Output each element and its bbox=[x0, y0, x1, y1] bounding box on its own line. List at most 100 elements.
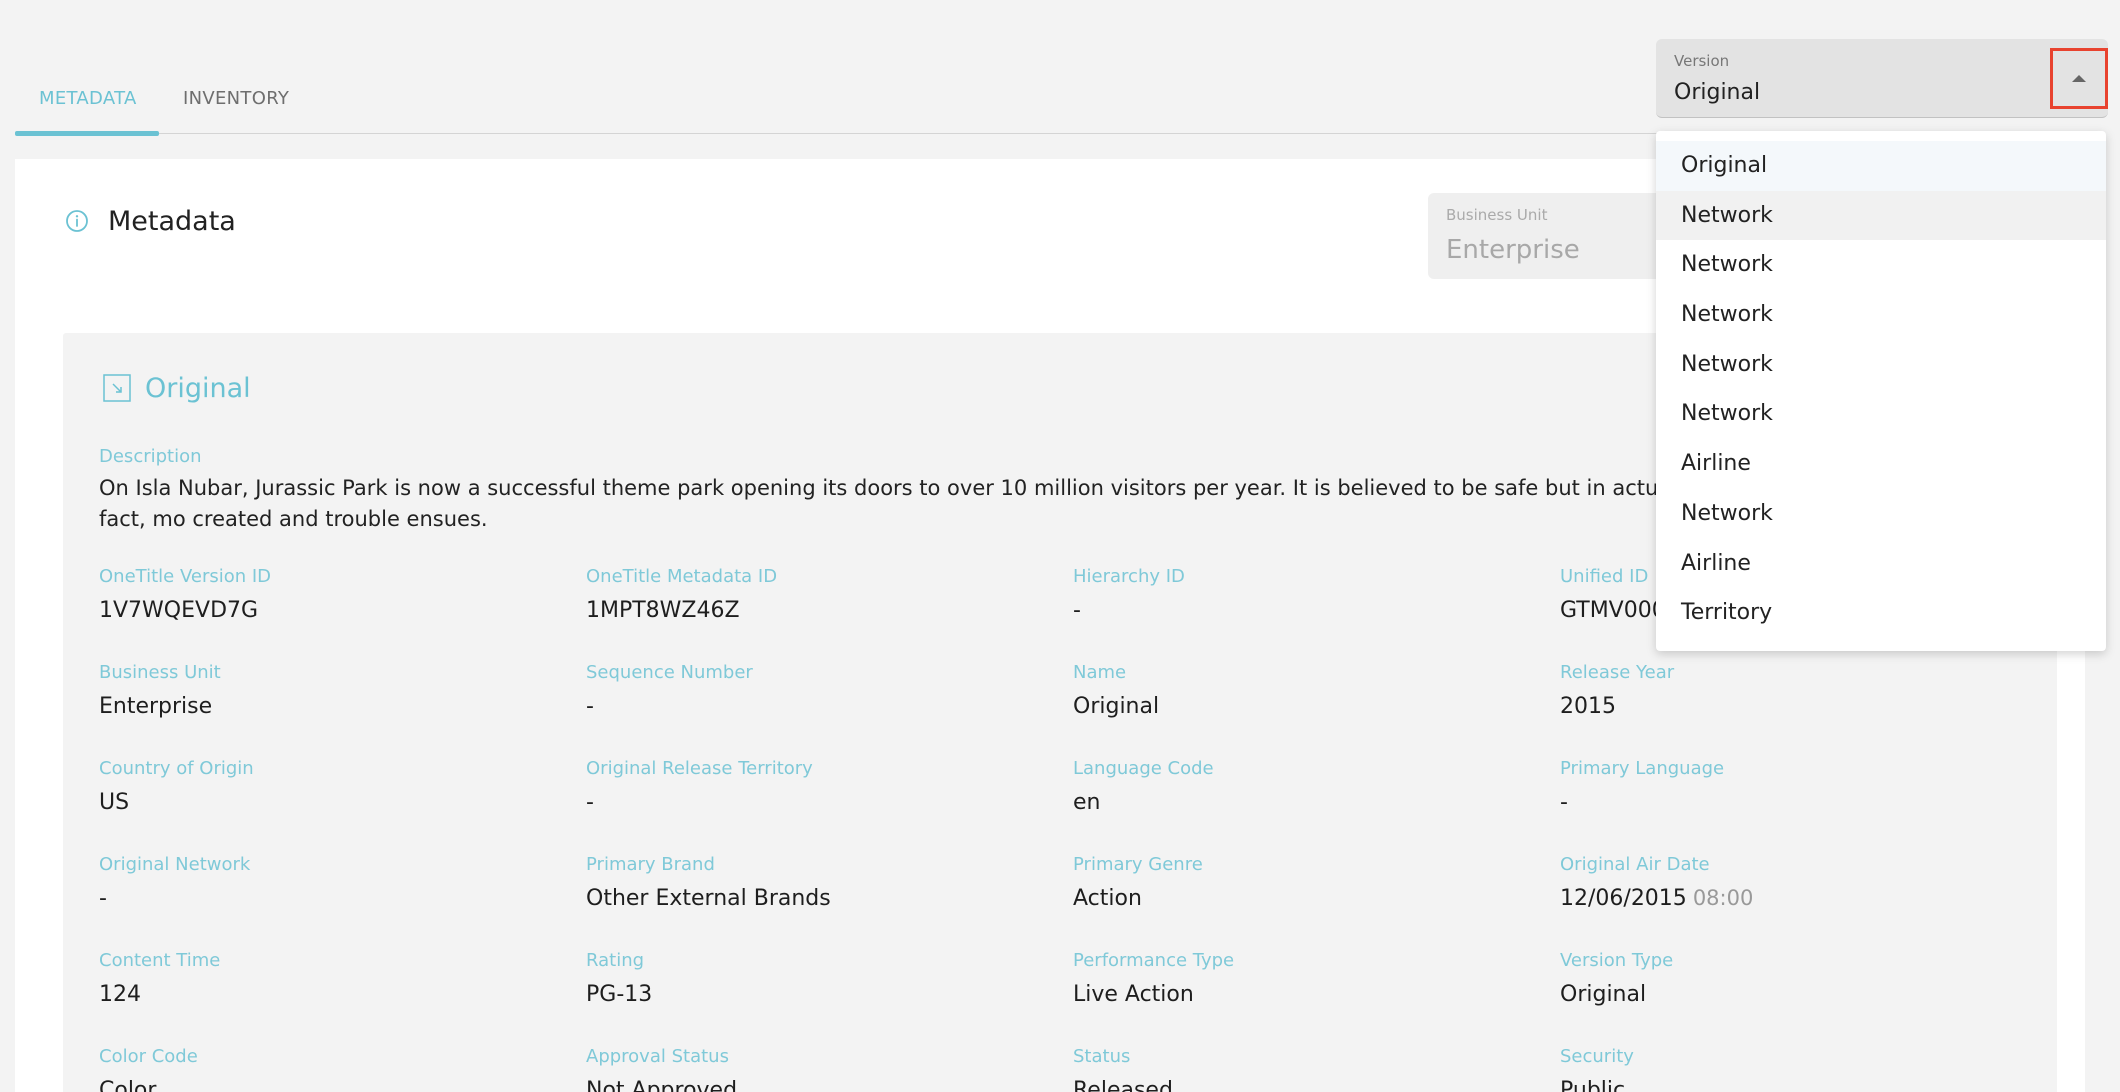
field-value: - bbox=[586, 694, 594, 719]
field-hierarchy-id: Hierarchy ID - bbox=[1073, 566, 1553, 623]
field-sequence-number: Sequence Number - bbox=[586, 662, 1066, 719]
version-option[interactable]: Network bbox=[1656, 489, 2106, 539]
field-value: 12/06/2015 08:00 bbox=[1560, 886, 2040, 911]
version-dropdown-menu: Original Network Network Network Network… bbox=[1656, 131, 2106, 651]
field-label: Version Type bbox=[1560, 950, 1674, 971]
description-label: Description bbox=[99, 446, 202, 467]
tab-metadata[interactable]: METADATA bbox=[39, 88, 137, 109]
field-performance-type: Performance Type Live Action bbox=[1073, 950, 1553, 1007]
business-unit-label: Business Unit bbox=[1446, 206, 1548, 224]
caret-up-icon bbox=[2072, 75, 2086, 82]
field-primary-brand: Primary Brand Other External Brands bbox=[586, 854, 1066, 911]
field-value: Action bbox=[1073, 886, 1142, 911]
field-country-of-origin: Country of Origin US bbox=[99, 758, 579, 815]
field-label: Country of Origin bbox=[99, 758, 254, 779]
field-value: - bbox=[1560, 790, 1568, 815]
field-value: 2015 bbox=[1560, 694, 1616, 719]
version-select[interactable]: Version Original bbox=[1656, 39, 2108, 118]
field-label: Language Code bbox=[1073, 758, 1214, 779]
version-option[interactable]: Original bbox=[1656, 141, 2106, 191]
field-value: 1MPT8WZ46Z bbox=[586, 598, 740, 623]
tab-bar: METADATA INVENTORY bbox=[15, 60, 1685, 136]
field-label: Hierarchy ID bbox=[1073, 566, 1185, 587]
version-option[interactable]: Territory bbox=[1656, 588, 2106, 638]
field-label: Release Year bbox=[1560, 662, 1675, 683]
field-primary-language: Primary Language - bbox=[1560, 758, 2040, 815]
collapse-arrow-icon[interactable] bbox=[103, 374, 131, 402]
field-value: Released bbox=[1073, 1078, 1173, 1092]
field-label: Original Air Date bbox=[1560, 854, 1710, 875]
field-label: Business Unit bbox=[99, 662, 221, 683]
field-name: Name Original bbox=[1073, 662, 1553, 719]
field-label: Sequence Number bbox=[586, 662, 753, 683]
field-business-unit: Business Unit Enterprise bbox=[99, 662, 579, 719]
field-release-year: Release Year 2015 bbox=[1560, 662, 2040, 719]
version-panel-title: Original bbox=[145, 373, 251, 404]
field-label: Original Network bbox=[99, 854, 251, 875]
field-value: - bbox=[99, 886, 107, 911]
field-value: Enterprise bbox=[99, 694, 213, 719]
field-value: en bbox=[1073, 790, 1101, 815]
field-value: US bbox=[99, 790, 130, 815]
active-tab-indicator bbox=[15, 131, 159, 136]
field-onetitle-metadata-id: OneTitle Metadata ID 1MPT8WZ46Z bbox=[586, 566, 1066, 623]
description-value: On Isla Nubar, Jurassic Park is now a su… bbox=[99, 476, 1678, 531]
field-content-time: Content Time 124 bbox=[99, 950, 579, 1007]
version-select-label: Version bbox=[1674, 52, 1730, 70]
field-label: OneTitle Version ID bbox=[99, 566, 272, 587]
version-select-value: Original bbox=[1674, 80, 1761, 105]
field-value: Color bbox=[99, 1078, 157, 1092]
field-rating: Rating PG-13 bbox=[586, 950, 1066, 1007]
field-label: Approval Status bbox=[586, 1046, 729, 1067]
version-option[interactable]: Airline bbox=[1656, 439, 2106, 489]
field-value: Not Approved bbox=[586, 1078, 738, 1092]
version-dropdown-toggle[interactable] bbox=[2050, 48, 2108, 109]
field-security: Security Public bbox=[1560, 1046, 2040, 1092]
version-option[interactable]: Airline bbox=[1656, 539, 2106, 589]
field-label: OneTitle Metadata ID bbox=[586, 566, 778, 587]
field-language-code: Language Code en bbox=[1073, 758, 1553, 815]
field-value: 124 bbox=[99, 982, 141, 1007]
field-label: Color Code bbox=[99, 1046, 198, 1067]
field-value: Original bbox=[1073, 694, 1160, 719]
metadata-title: Metadata bbox=[108, 206, 236, 237]
field-label: Status bbox=[1073, 1046, 1131, 1067]
version-option[interactable]: Network bbox=[1656, 290, 2106, 340]
field-value: Public bbox=[1560, 1078, 1626, 1092]
field-value: 1V7WQEVD7G bbox=[99, 598, 259, 623]
field-original-air-date: Original Air Date 12/06/2015 08:00 bbox=[1560, 854, 2040, 911]
field-approval-status: Approval Status Not Approved bbox=[586, 1046, 1066, 1092]
field-label: Primary Language bbox=[1560, 758, 1725, 779]
field-label: Original Release Territory bbox=[586, 758, 813, 779]
version-option[interactable]: Network bbox=[1656, 190, 2106, 241]
field-label: Performance Type bbox=[1073, 950, 1235, 971]
field-label: Name bbox=[1073, 662, 1127, 683]
business-unit-value: Enterprise bbox=[1446, 235, 1580, 265]
field-value: - bbox=[1073, 598, 1081, 623]
field-original-release-territory: Original Release Territory - bbox=[586, 758, 1066, 815]
field-onetitle-version-id: OneTitle Version ID 1V7WQEVD7G bbox=[99, 566, 579, 623]
version-option[interactable]: Network bbox=[1656, 240, 2106, 290]
field-label: Rating bbox=[586, 950, 645, 971]
field-value: Other External Brands bbox=[586, 886, 831, 911]
field-version-type: Version Type Original bbox=[1560, 950, 2040, 1007]
field-value: PG-13 bbox=[586, 982, 653, 1007]
field-original-network: Original Network - bbox=[99, 854, 579, 911]
field-label: Content Time bbox=[99, 950, 221, 971]
field-value: Original bbox=[1560, 982, 1647, 1007]
field-value: - bbox=[586, 790, 594, 815]
field-label: Primary Genre bbox=[1073, 854, 1203, 875]
info-icon bbox=[66, 210, 88, 232]
field-label: Primary Brand bbox=[586, 854, 715, 875]
field-primary-genre: Primary Genre Action bbox=[1073, 854, 1553, 911]
tab-inventory[interactable]: INVENTORY bbox=[183, 88, 289, 109]
field-value: Live Action bbox=[1073, 982, 1194, 1007]
version-option[interactable]: Network bbox=[1656, 340, 2106, 390]
business-unit-field: Business Unit Enterprise bbox=[1428, 193, 1668, 279]
air-date-value: 12/06/2015 bbox=[1560, 886, 1687, 911]
field-label: Security bbox=[1560, 1046, 1634, 1067]
field-color-code: Color Code Color bbox=[99, 1046, 579, 1092]
air-time-value: 08:00 bbox=[1692, 886, 1754, 910]
version-option[interactable]: Network bbox=[1656, 389, 2106, 439]
field-status: Status Released bbox=[1073, 1046, 1553, 1092]
